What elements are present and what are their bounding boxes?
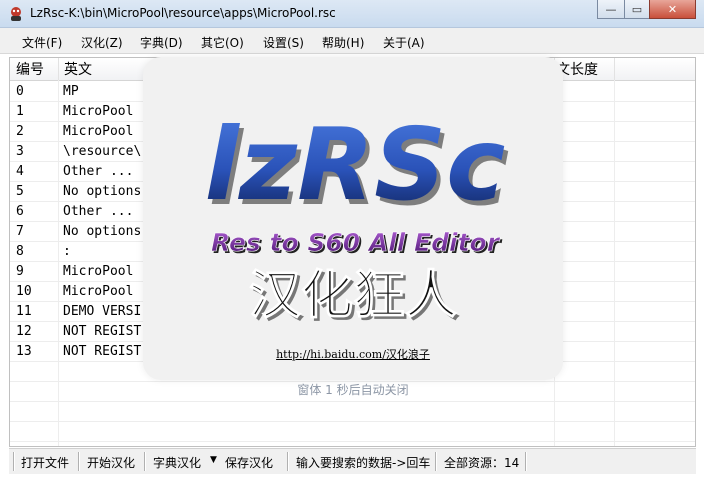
row-id: 8 <box>16 244 24 259</box>
subtitle-text: Res to S60 All Editor Res to S60 All Edi… <box>211 228 503 259</box>
splash-window: lzRSc lzRSc Res to S60 All Editor Res to… <box>143 57 563 380</box>
open-file-button[interactable]: 打开文件 <box>21 454 69 471</box>
row-id: 7 <box>16 224 24 239</box>
svg-text:Res to S60 All Editor: Res to S60 All Editor <box>211 228 501 257</box>
splash-art: lzRSc lzRSc Res to S60 All Editor Res to… <box>205 106 510 330</box>
row-id: 1 <box>16 104 24 119</box>
status-bar: 打开文件 开始汉化 字典汉化 ▼ 保存汉化 输入要搜索的数据->回车 全部资源：… <box>9 448 696 474</box>
row-english: \resource\ <box>63 144 142 159</box>
window-title: LzRsc-K:\bin\MicroPool\resource\apps\Mic… <box>30 6 336 20</box>
row-id: 5 <box>16 184 24 199</box>
maximize-button[interactable]: ▭ <box>624 0 650 19</box>
row-id: 2 <box>16 124 24 139</box>
brand-text: 汉化狂人 汉化狂人 <box>248 266 460 330</box>
menu-settings[interactable]: 设置(S) <box>263 34 304 51</box>
row-id: 11 <box>16 304 32 319</box>
svg-text:lzRSc: lzRSc <box>205 106 506 223</box>
header-id[interactable]: 编号 <box>16 59 44 79</box>
row-english: No options <box>63 224 142 239</box>
row-english: DEMO VERSI <box>63 304 142 319</box>
row-english: MicroPool <box>63 104 134 119</box>
row-english: MP <box>63 84 79 99</box>
lzrsc-app-icon <box>11 7 21 21</box>
row-english: MicroPool <box>63 264 134 279</box>
row-english: MicroPool <box>63 124 134 139</box>
row-english: NOT REGIST <box>63 344 142 359</box>
row-english: No options <box>63 184 142 199</box>
maximize-icon: ▭ <box>631 2 643 16</box>
dropdown-arrow-icon[interactable]: ▼ <box>210 455 217 465</box>
row-english: NOT REGIST <box>63 324 142 339</box>
row-id: 0 <box>16 84 24 99</box>
row-id: 13 <box>16 344 32 359</box>
row-id: 3 <box>16 144 24 159</box>
save-localize-button[interactable]: 保存汉化 <box>225 454 273 471</box>
title-bar: LzRsc-K:\bin\MicroPool\resource\apps\Mic… <box>0 0 704 28</box>
menu-about[interactable]: 关于(A) <box>383 34 425 51</box>
minimize-icon: — <box>605 2 617 16</box>
menu-localize[interactable]: 汉化(Z) <box>81 34 123 51</box>
start-localize-button[interactable]: 开始汉化 <box>87 454 135 471</box>
homepage-link[interactable]: http://hi.baidu.com/汉化浪子 <box>143 346 563 362</box>
row-id: 10 <box>16 284 32 299</box>
menu-bar: 文件(F) 汉化(Z) 字典(D) 其它(O) 设置(S) 帮助(H) 关于(A… <box>0 28 704 54</box>
row-id: 9 <box>16 264 24 279</box>
menu-dictionary[interactable]: 字典(D) <box>140 34 183 51</box>
minimize-button[interactable]: — <box>597 0 625 19</box>
menu-help[interactable]: 帮助(H) <box>322 34 364 51</box>
close-icon: ✕ <box>667 2 678 16</box>
row-id: 6 <box>16 204 24 219</box>
row-english: Other ... <box>63 164 134 179</box>
header-english[interactable]: 英文 <box>64 59 92 79</box>
menu-file[interactable]: 文件(F) <box>22 34 62 51</box>
close-button[interactable]: ✕ <box>649 0 696 19</box>
menu-other[interactable]: 其它(O) <box>201 34 244 51</box>
row-english: Other ... <box>63 204 134 219</box>
row-english: : <box>63 244 71 259</box>
dict-localize-button[interactable]: 字典汉化 <box>153 454 201 471</box>
row-id: 12 <box>16 324 32 339</box>
row-english: MicroPool <box>63 284 134 299</box>
search-input[interactable]: 输入要搜索的数据->回车 <box>296 454 430 471</box>
row-id: 4 <box>16 164 24 179</box>
auto-close-hint: 窗体 1 秒后自动关闭 <box>297 383 409 397</box>
svg-text:汉化狂人: 汉化狂人 <box>249 266 457 326</box>
logo-text: lzRSc lzRSc <box>205 106 510 228</box>
resource-count: 全部资源：14 <box>444 456 520 470</box>
